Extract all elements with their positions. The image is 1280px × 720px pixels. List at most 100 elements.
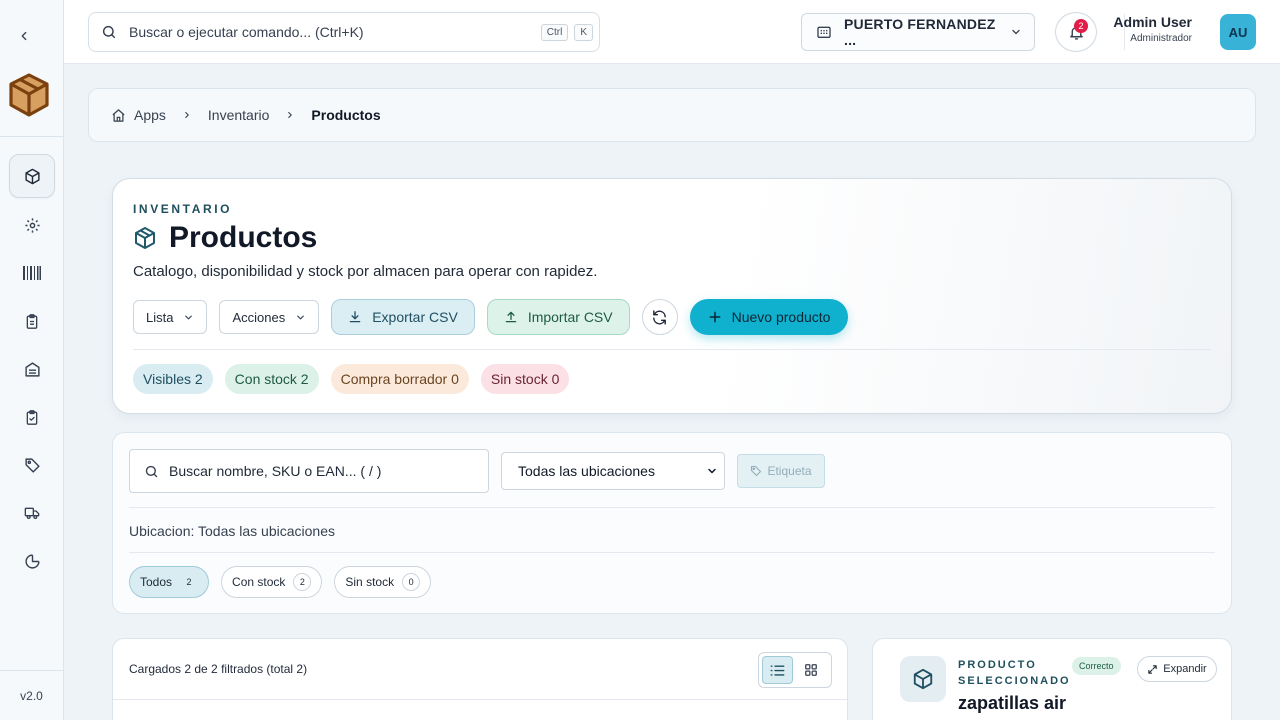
store-selector[interactable]: PUERTO FERNANDEZ ... (801, 13, 1035, 51)
chevron-right-icon (182, 109, 192, 121)
clipboard-check-icon (26, 409, 38, 425)
grid-view-button[interactable] (795, 656, 826, 684)
building-icon (817, 26, 831, 38)
product-thumbnail (900, 656, 946, 702)
export-csv-label: Exportar CSV (372, 309, 458, 325)
tab-label: Todos (140, 575, 173, 589)
tag-filter-label: Etiqueta (767, 464, 812, 478)
expand-label: Expandir (1163, 663, 1207, 675)
upload-icon (504, 310, 518, 324)
sidebar-item-reports[interactable] (9, 539, 55, 583)
home-icon (112, 108, 125, 122)
stat-visibles: Visibles 2 (133, 364, 213, 394)
breadcrumb: Apps Inventario Productos (88, 88, 1256, 142)
sidebar: v2.0 (0, 0, 64, 720)
sidebar-item-warehouses[interactable] (9, 347, 55, 391)
breadcrumb-apps[interactable]: Apps (134, 107, 166, 123)
search-icon (102, 25, 116, 39)
user-name: Admin User (1113, 14, 1192, 30)
chevron-down-icon (706, 465, 718, 477)
list-icon (770, 664, 785, 676)
actions-label: Acciones (232, 309, 286, 325)
page-title-row: Productos (133, 221, 317, 255)
chevron-down-icon (1012, 29, 1020, 35)
store-name: PUERTO FERNANDEZ ... (844, 16, 996, 48)
product-search-placeholder: Buscar nombre, SKU o EAN... ( / ) (169, 463, 382, 479)
tab-con-stock[interactable]: Con stock 2 (221, 566, 323, 598)
new-product-button[interactable]: Nuevo producto (689, 299, 849, 335)
clipboard-icon (26, 313, 38, 329)
sidebar-item-orders[interactable] (9, 299, 55, 343)
breadcrumb-current: Productos (311, 107, 381, 123)
product-list-card: Cargados 2 de 2 filtrados (total 2) (112, 638, 848, 720)
location-select-value: Todas las ubicaciones (518, 463, 655, 479)
warehouse-icon (24, 361, 40, 377)
box-logo-icon (9, 73, 49, 117)
view-toggle (758, 652, 832, 688)
tab-label: Con stock (232, 575, 286, 589)
breadcrumb-inventario[interactable]: Inventario (208, 107, 269, 123)
stat-chips: Visibles 2 Con stock 2 Compra borrador 0… (133, 364, 581, 394)
barcode-icon (23, 266, 41, 280)
tab-sin-stock[interactable]: Sin stock 0 (334, 566, 432, 598)
chevron-right-icon (285, 109, 295, 121)
command-search-placeholder: Buscar o ejecutar comando... (Ctrl+K) (129, 24, 364, 40)
export-csv-button[interactable]: Exportar CSV (331, 299, 475, 335)
hero-divider (133, 349, 1211, 350)
selected-product-name: zapatillas air (958, 693, 1067, 713)
location-select[interactable]: Todas las ubicaciones (501, 452, 725, 490)
refresh-button[interactable] (641, 299, 678, 335)
toolbar: Lista Acciones Exportar CSV Importar CSV… (133, 299, 849, 335)
stat-con-stock: Con stock 2 (224, 364, 319, 394)
sidebar-item-products[interactable] (9, 154, 55, 198)
tag-icon (750, 465, 762, 477)
grid-icon (804, 664, 817, 676)
new-product-label: Nuevo producto (731, 309, 831, 325)
command-search[interactable]: Buscar o ejecutar comando... (Ctrl+K) Ct… (88, 12, 600, 52)
tab-todos[interactable]: Todos 2 (129, 566, 210, 598)
status-badge: Correcto (1072, 657, 1121, 675)
user-role: Administrador (1130, 33, 1192, 44)
plus-icon (708, 310, 722, 324)
filters-card: Buscar nombre, SKU o EAN... ( / ) Todas … (112, 432, 1232, 614)
download-icon (348, 310, 362, 324)
list-view-button[interactable] (762, 656, 794, 684)
list-divider (113, 699, 847, 700)
view-mode-dropdown[interactable]: Lista (133, 300, 208, 334)
product-search-input[interactable]: Buscar nombre, SKU o EAN... ( / ) (129, 449, 489, 493)
stock-filter-tabs: Todos 2 Con stock 2 Sin stock 0 (129, 566, 443, 598)
cube-icon (135, 227, 155, 249)
page-subtitle: Catalogo, disponibilidad y stock por alm… (133, 263, 598, 280)
notifications-button[interactable]: 2 (1055, 12, 1097, 52)
section-eyebrow: INVENTARIO (133, 202, 233, 216)
list-summary: Cargados 2 de 2 filtrados (total 2) (129, 662, 308, 676)
actions-dropdown[interactable]: Acciones (219, 300, 320, 334)
sidebar-item-shipping[interactable] (9, 491, 55, 535)
sidebar-item-barcodes[interactable] (9, 251, 55, 295)
import-csv-button[interactable]: Importar CSV (486, 299, 630, 335)
expand-icon (1147, 664, 1158, 675)
avatar[interactable]: AU (1220, 14, 1256, 50)
tab-count: 2 (186, 577, 192, 587)
collapse-sidebar-button[interactable] (14, 26, 34, 46)
expand-button[interactable]: Expandir (1137, 656, 1217, 682)
selected-product-card: PRODUCTO SELECCIONADO Correcto Expandir … (872, 638, 1232, 720)
products-header-card: INVENTARIO Productos Catalogo, disponibi… (112, 178, 1232, 414)
tab-label: Sin stock (345, 575, 395, 589)
gear-icon (24, 217, 40, 233)
kbd-k: K (574, 23, 593, 41)
user-info[interactable]: Admin User Administrador (1113, 14, 1192, 44)
sidebar-item-settings[interactable] (9, 203, 55, 247)
tab-count: 2 (293, 573, 312, 591)
sidebar-item-tasks[interactable] (9, 395, 55, 439)
sidebar-item-tags[interactable] (9, 443, 55, 487)
tag-filter-button[interactable]: Etiqueta (737, 454, 825, 488)
cube-icon (24, 168, 40, 184)
filters-divider (129, 507, 1215, 508)
stat-sin-stock: Sin stock 0 (480, 364, 570, 394)
stat-compra-borrador: Compra borrador 0 (330, 364, 469, 394)
location-summary: Ubicacion: Todas las ubicaciones (129, 523, 335, 539)
app-logo[interactable] (8, 72, 50, 118)
selected-product-label: PRODUCTO SELECCIONADO (958, 659, 1071, 687)
refresh-icon (653, 309, 666, 325)
